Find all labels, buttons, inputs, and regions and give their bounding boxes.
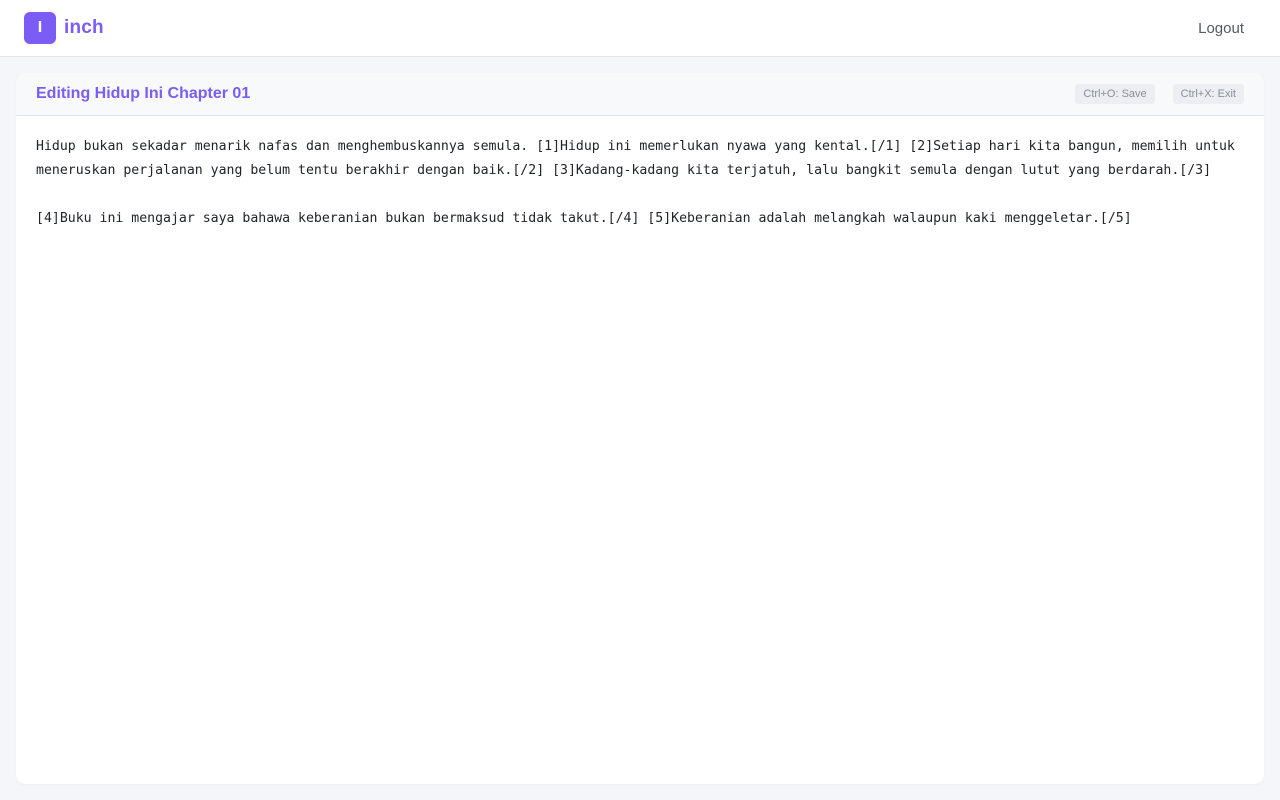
- editor-panel: Editing Hidup Ini Chapter 01 Ctrl+O: Sav…: [16, 73, 1264, 784]
- top-navigation-bar: I inch Logout: [0, 0, 1280, 57]
- save-shortcut-button[interactable]: Ctrl+O: Save: [1075, 84, 1155, 104]
- brand-name[interactable]: inch: [64, 17, 104, 39]
- editor-header: Editing Hidup Ini Chapter 01 Ctrl+O: Sav…: [16, 73, 1264, 116]
- logout-button[interactable]: Logout: [1198, 20, 1244, 37]
- logo-icon[interactable]: I: [24, 12, 56, 44]
- chapter-text-editor[interactable]: Hidup bukan sekadar menarik nafas dan me…: [16, 116, 1264, 783]
- exit-shortcut-button[interactable]: Ctrl+X: Exit: [1172, 84, 1244, 104]
- editor-title: Editing Hidup Ini Chapter 01: [36, 85, 251, 102]
